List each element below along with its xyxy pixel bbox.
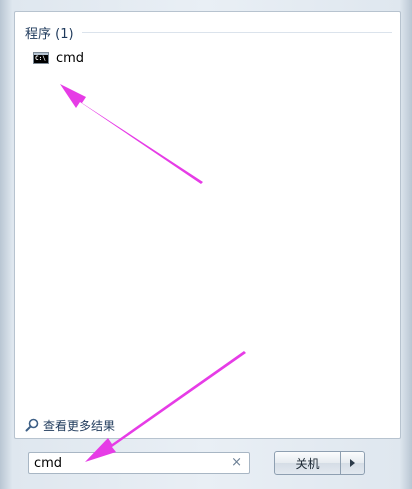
clear-icon[interactable]: × [231,455,242,471]
shutdown-group: 关机 [274,451,366,475]
result-label: cmd [56,50,85,66]
start-menu-frame: 程序 (1) C:\ cmd 查看更多结果 × 关机 [0,0,412,489]
shutdown-options-button[interactable] [341,451,365,475]
results-group-header: 程序 (1) [25,22,392,42]
result-item-cmd[interactable]: C:\ cmd [33,48,84,68]
see-more-label: 查看更多结果 [43,418,116,433]
group-divider [81,31,392,33]
triangle-right-icon [350,459,355,467]
search-icon [25,418,39,432]
group-title: 程序 (1) [25,26,74,42]
bottom-bar: × 关机 [0,440,412,489]
shutdown-label: 关机 [295,456,320,471]
shutdown-button[interactable]: 关机 [274,451,341,475]
see-more-results-link[interactable]: 查看更多结果 [25,416,115,434]
cmd-console-icon: C:\ [33,52,49,64]
search-results-panel: 程序 (1) C:\ cmd 查看更多结果 [14,11,401,439]
search-input[interactable] [29,454,224,472]
search-box: × [28,452,250,474]
